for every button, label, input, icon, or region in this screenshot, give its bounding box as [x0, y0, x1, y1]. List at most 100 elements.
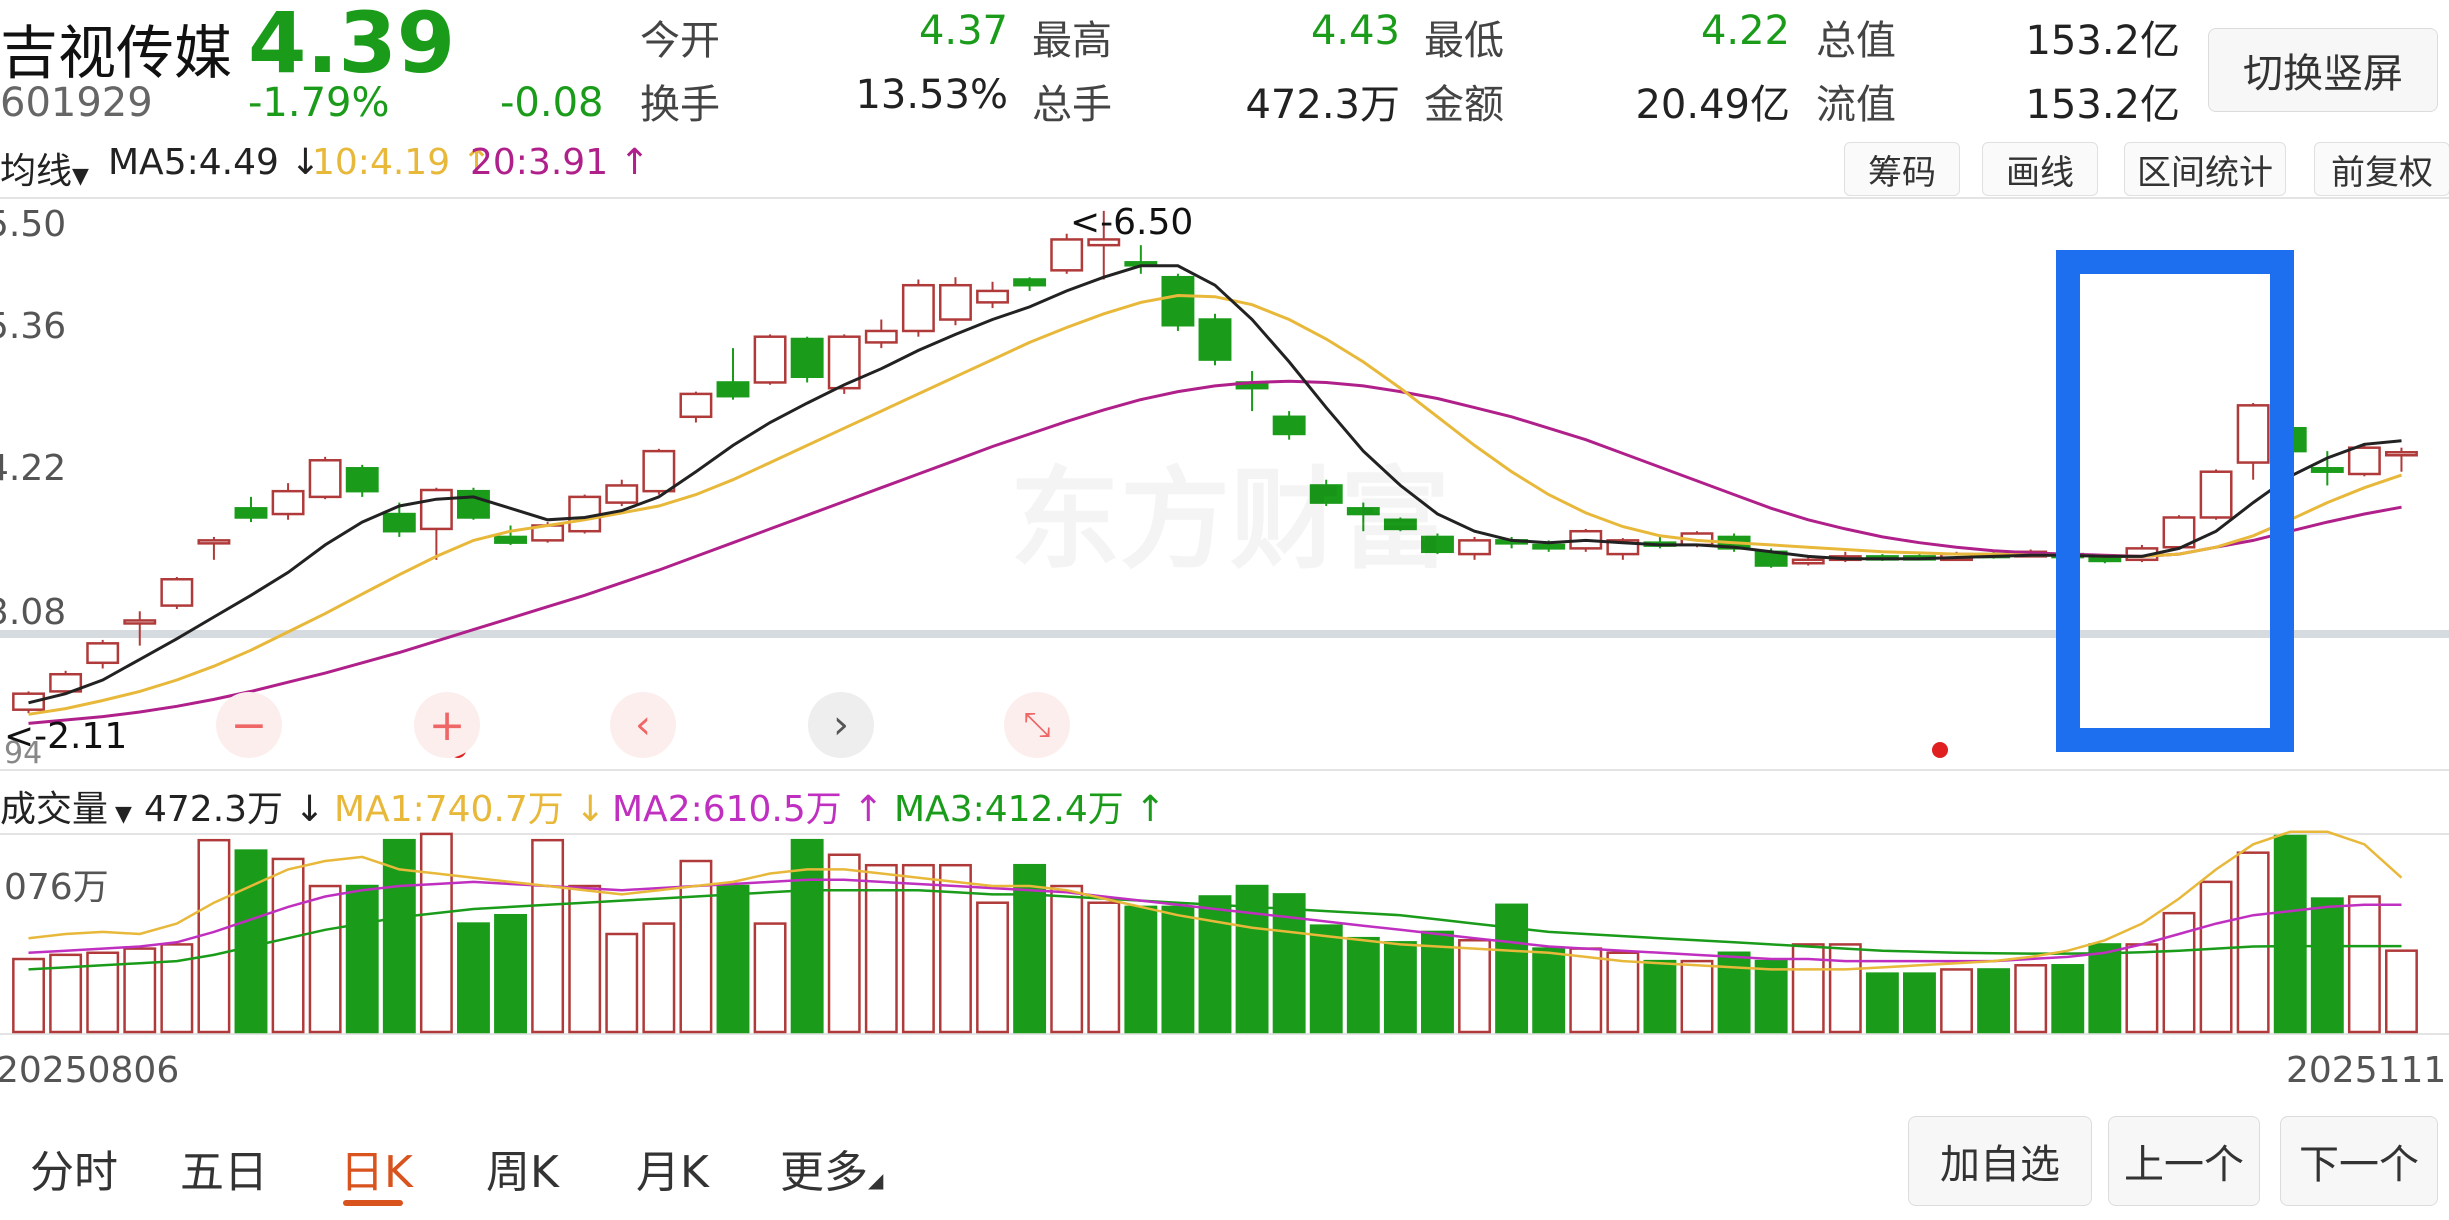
volume-bar — [753, 922, 787, 1034]
zoom-in-button[interactable]: + — [414, 692, 480, 758]
volume-bar — [2385, 949, 2418, 1034]
volume-bar — [2236, 851, 2270, 1034]
dropdown-arrow-icon: ▼ — [108, 802, 132, 827]
volume-bar — [308, 884, 342, 1034]
candle-body — [864, 329, 898, 344]
tab-monthly-k[interactable]: 月K — [636, 1136, 709, 1200]
volume-bar — [1309, 924, 1343, 1034]
arrow-down-icon: ↓ — [283, 789, 325, 830]
candle-body — [234, 507, 268, 519]
candle-body — [976, 289, 1009, 304]
candle-body — [901, 283, 935, 333]
chevron-right-icon: › — [833, 702, 849, 748]
candle-body — [2236, 404, 2270, 464]
volume-bar — [1087, 901, 1121, 1034]
vol-ma1-value: MA1:740.7万 — [334, 789, 564, 830]
price-axis-label: 5.50 — [0, 204, 67, 245]
price-axis-label: 3.08 — [0, 592, 67, 633]
volume-bar — [976, 901, 1009, 1034]
candle-body — [1198, 318, 1232, 361]
volume-bar — [1495, 903, 1529, 1034]
previous-button[interactable]: 上一个 — [2108, 1116, 2260, 1206]
candle-body — [271, 489, 305, 516]
volume-bar — [939, 863, 972, 1034]
volume-bar — [1680, 959, 1714, 1034]
volume-value: 472.3万 — [144, 789, 284, 830]
volume-bar — [271, 857, 305, 1034]
tab-daily-k[interactable]: 日K — [340, 1136, 413, 1200]
tab-more[interactable]: 更多◢ — [780, 1136, 883, 1200]
next-button[interactable]: 下一个 — [2280, 1116, 2438, 1206]
vol-ma3-label: MA3:412.4万 ↑ — [894, 780, 1165, 832]
candle-body — [197, 539, 231, 545]
chevron-left-icon: ‹ — [635, 702, 651, 748]
candle-body — [382, 512, 416, 533]
arrow-down-icon: ↓ — [563, 789, 606, 830]
candle-body — [1458, 539, 1491, 556]
price-axis-label: 5.36 — [0, 306, 67, 347]
active-tab-indicator — [343, 1200, 403, 1206]
candle-body — [1161, 275, 1195, 327]
volume-axis-label: 076万 — [4, 867, 109, 908]
event-dot — [1932, 742, 1948, 758]
candle-body — [1791, 558, 1825, 565]
volume-bar — [457, 922, 490, 1034]
reset-zoom-button[interactable]: ⤡ — [1004, 692, 1070, 758]
volume-selector-label: 成交量 — [0, 789, 109, 830]
tab-five-day[interactable]: 五日 — [180, 1136, 268, 1200]
volume-bar — [1532, 947, 1566, 1034]
volume-value-label: 472.3万 ↓ — [144, 780, 325, 832]
scroll-left-button[interactable]: ‹ — [610, 692, 676, 758]
volume-bar — [123, 947, 157, 1034]
volume-bar — [494, 913, 527, 1034]
add-watchlist-button[interactable]: 加自选 — [1908, 1116, 2092, 1206]
candle-body — [605, 484, 639, 504]
candle-body — [716, 381, 750, 398]
vol-ma1-label: MA1:740.7万 ↓ — [334, 780, 605, 832]
corner-arrow-icon: ◢ — [868, 1168, 884, 1192]
candle-body — [457, 489, 490, 519]
volume-bar — [1569, 947, 1603, 1034]
tab-more-label: 更多 — [780, 1147, 868, 1198]
volume-bar — [234, 849, 268, 1034]
volume-bar — [605, 932, 639, 1034]
volume-bar — [1458, 939, 1491, 1034]
volume-bar — [716, 884, 750, 1034]
volume-bar — [1903, 972, 1936, 1034]
vol-ma2-value: MA2:610.5万 — [612, 789, 842, 830]
candle-body — [1532, 543, 1566, 550]
volume-selector[interactable]: 成交量 ▼ — [0, 780, 132, 832]
candle-body — [790, 337, 824, 378]
volume-bar — [2051, 964, 2085, 1034]
volume-bar — [1383, 941, 1417, 1034]
arrow-up-icon: ↑ — [1123, 789, 1166, 830]
candle-body — [2347, 446, 2381, 476]
volume-bar — [1865, 972, 1899, 1034]
candle-body — [2310, 467, 2344, 473]
volume-bar — [1606, 951, 1640, 1034]
candle-body — [2385, 451, 2418, 457]
tab-weekly-k[interactable]: 周K — [486, 1136, 559, 1200]
start-date: 20250806 — [0, 1050, 180, 1091]
candle-body — [679, 392, 713, 419]
candle-body — [753, 335, 787, 384]
candle-body — [419, 488, 453, 531]
volume-bar — [2347, 895, 2381, 1034]
collapse-icon: ⤡ — [1023, 705, 1051, 745]
candle-body — [2199, 470, 2233, 519]
watermark: 东方财富 — [1010, 430, 1450, 590]
volume-bar — [1198, 895, 1232, 1034]
zoom-out-button[interactable]: − — [216, 692, 282, 758]
scroll-right-button[interactable]: › — [808, 692, 874, 758]
low-partial-label: 94 — [4, 736, 43, 771]
candle-body — [308, 459, 342, 499]
candle-body — [345, 467, 379, 493]
tab-intraday[interactable]: 分时 — [30, 1136, 118, 1200]
kline-chart[interactable] — [0, 0, 2449, 1220]
volume-bar — [1754, 959, 1788, 1034]
volume-bar — [2310, 897, 2344, 1034]
volume-bar — [419, 832, 453, 1034]
end-date: 20251111 — [2286, 1050, 2449, 1091]
volume-bar — [1643, 959, 1677, 1034]
candle-body — [494, 535, 527, 544]
